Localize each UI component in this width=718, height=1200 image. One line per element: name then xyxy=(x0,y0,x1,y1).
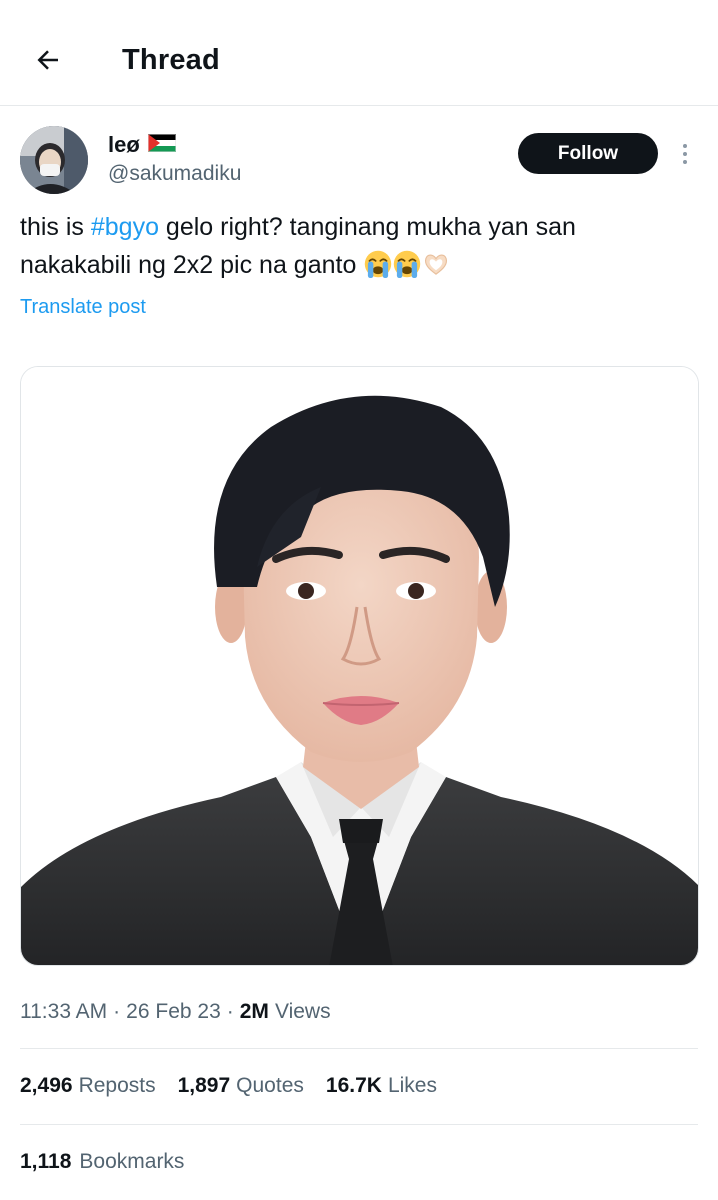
reposts-count: 2,496 xyxy=(20,1074,73,1097)
portrait-photo-icon xyxy=(21,367,698,965)
author-name[interactable]: leø xyxy=(108,132,140,158)
divider xyxy=(20,1048,698,1049)
meta-separator: · xyxy=(113,1000,121,1023)
quotes-count: 1,897 xyxy=(177,1074,231,1097)
more-options-button[interactable] xyxy=(673,140,697,168)
translate-post-link[interactable]: Translate post xyxy=(20,296,146,319)
views-count: 2M xyxy=(239,1000,269,1023)
back-button[interactable] xyxy=(28,40,68,80)
post-text-part: this is xyxy=(20,213,91,241)
author-name-row: leø xyxy=(108,132,176,158)
loudly-crying-face-icon xyxy=(364,250,392,289)
avatar-photo xyxy=(20,126,88,194)
likes-label: Likes xyxy=(387,1074,437,1097)
likes-count: 16.7K xyxy=(325,1074,382,1097)
post-date[interactable]: 26 Feb 23 xyxy=(126,1000,221,1024)
palestine-flag-icon xyxy=(147,133,176,157)
post-image[interactable] xyxy=(20,366,699,966)
author-handle[interactable]: @sakumadiku xyxy=(108,162,241,186)
more-vertical-icon xyxy=(683,144,687,148)
quotes-label: Quotes xyxy=(236,1074,304,1097)
thread-header: Thread xyxy=(0,0,718,106)
quotes-stat[interactable]: 1,897 Quotes xyxy=(178,1074,304,1098)
post-time[interactable]: 11:33 AM xyxy=(20,1000,107,1024)
hashtag-link[interactable]: #bgyo xyxy=(91,213,159,241)
meta-separator: · xyxy=(226,1000,234,1023)
page-title: Thread xyxy=(122,44,220,76)
follow-button[interactable]: Follow xyxy=(518,133,658,174)
bookmarks-count: 1,118 xyxy=(20,1150,72,1173)
bookmarks-label: Bookmarks xyxy=(79,1150,185,1173)
post-stats: 2,496 Reposts 1,897 Quotes 16.7K Likes xyxy=(20,1074,459,1098)
reposts-stat[interactable]: 2,496 Reposts xyxy=(20,1074,156,1098)
avatar[interactable] xyxy=(20,126,88,194)
loudly-crying-face-icon xyxy=(393,250,421,289)
post-text: this is #bgyo gelo right? tanginang mukh… xyxy=(20,208,680,289)
reposts-label: Reposts xyxy=(78,1074,156,1097)
divider xyxy=(20,1124,698,1125)
views-label: Views xyxy=(274,1000,331,1023)
heart-hands-icon xyxy=(422,250,450,289)
post-meta: 11:33 AM · 26 Feb 23 · 2M Views xyxy=(20,1000,331,1024)
bookmarks-stat[interactable]: 1,118 Bookmarks xyxy=(20,1150,184,1174)
likes-stat[interactable]: 16.7K Likes xyxy=(326,1074,437,1098)
arrow-left-icon xyxy=(37,50,58,70)
